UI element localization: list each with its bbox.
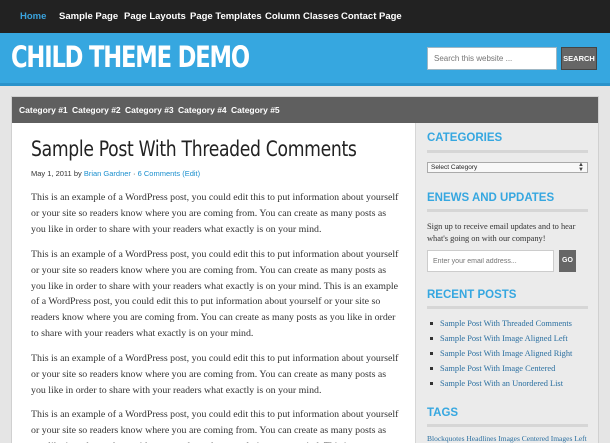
- post-paragraph: This is an example of a WordPress post, …: [31, 353, 399, 396]
- recent-posts-heading: RECENT POSTS: [427, 289, 517, 301]
- categories-heading: CATEGORIES: [427, 132, 503, 144]
- nav-item-home[interactable]: Home: [20, 11, 46, 22]
- heading-divider: [427, 209, 588, 212]
- category-select[interactable]: Select Category ▲ ▼: [427, 162, 588, 173]
- email-field[interactable]: [427, 250, 554, 272]
- heading-divider: [427, 424, 588, 427]
- nav-item-sample-page[interactable]: Sample Page: [59, 11, 118, 22]
- sidebar: CATEGORIES Select Category ▲ ▼ ENEWS AND …: [415, 123, 598, 443]
- meta-separator: ·: [130, 169, 138, 178]
- recent-posts-list: Sample Post With Threaded Comments Sampl…: [430, 316, 572, 391]
- recent-post-link[interactable]: Sample Post With Image Aligned Right: [430, 346, 572, 361]
- main-wrap: Category #1 Category #2 Category #3 Cate…: [11, 96, 599, 443]
- site-header: CHILD THEME DEMO SEARCH: [0, 33, 610, 86]
- category-link-1[interactable]: Category #1: [19, 105, 68, 115]
- enews-description: Sign up to receive email updates and to …: [427, 222, 576, 243]
- post-meta: May 1, 2011 by Brian Gardner · 6 Comment…: [31, 169, 200, 178]
- category-link-5[interactable]: Category #5: [231, 105, 280, 115]
- post-edit-link[interactable]: (Edit): [182, 169, 200, 178]
- tags-heading: TAGS: [427, 407, 459, 419]
- recent-post-link[interactable]: Sample Post With Image Aligned Left: [430, 331, 572, 346]
- heading-divider: [427, 150, 588, 153]
- recent-post-link[interactable]: Sample Post With Image Centered: [430, 361, 572, 376]
- heading-divider: [427, 306, 588, 309]
- post-content: Sample Post With Threaded Comments May 1…: [12, 123, 415, 443]
- category-link-4[interactable]: Category #4: [178, 105, 227, 115]
- site-title[interactable]: CHILD THEME DEMO: [11, 40, 250, 74]
- recent-post-link[interactable]: Sample Post With Threaded Comments: [430, 316, 572, 331]
- go-button[interactable]: GO: [559, 250, 576, 272]
- nav-item-contact-page[interactable]: Contact Page: [341, 11, 402, 22]
- nav-item-column-classes[interactable]: Column Classes: [265, 11, 339, 22]
- post-paragraph: This is an example of a WordPress post, …: [31, 249, 399, 339]
- nav-item-page-layouts[interactable]: Page Layouts: [124, 11, 186, 22]
- post-date: May 1, 2011: [31, 169, 72, 178]
- category-link-2[interactable]: Category #2: [72, 105, 121, 115]
- post-paragraph: This is an example of a WordPress post, …: [31, 192, 399, 235]
- post-comments-link[interactable]: 6 Comments: [138, 169, 181, 178]
- search-button[interactable]: SEARCH: [561, 47, 597, 70]
- post-by: by: [71, 169, 84, 178]
- select-arrows-icon: ▲ ▼: [578, 162, 584, 173]
- tag-cloud[interactable]: Blockquotes Headlines Images Centered Im…: [427, 434, 587, 443]
- post-author-link[interactable]: Brian Gardner: [84, 169, 131, 178]
- recent-post-link[interactable]: Sample Post With an Unordered List: [430, 376, 572, 391]
- category-select-value: Select Category: [431, 164, 478, 171]
- post-title[interactable]: Sample Post With Threaded Comments: [31, 137, 357, 161]
- enews-heading: ENEWS AND UPDATES: [427, 192, 555, 204]
- category-link-3[interactable]: Category #3: [125, 105, 174, 115]
- post-paragraph: This is an example of a WordPress post, …: [31, 409, 399, 443]
- category-navigation: Category #1 Category #2 Category #3 Cate…: [12, 97, 598, 123]
- top-navigation: Home Sample Page Page Layouts Page Templ…: [0, 0, 610, 33]
- search-input[interactable]: [427, 47, 557, 70]
- nav-item-page-templates[interactable]: Page Templates: [190, 11, 262, 22]
